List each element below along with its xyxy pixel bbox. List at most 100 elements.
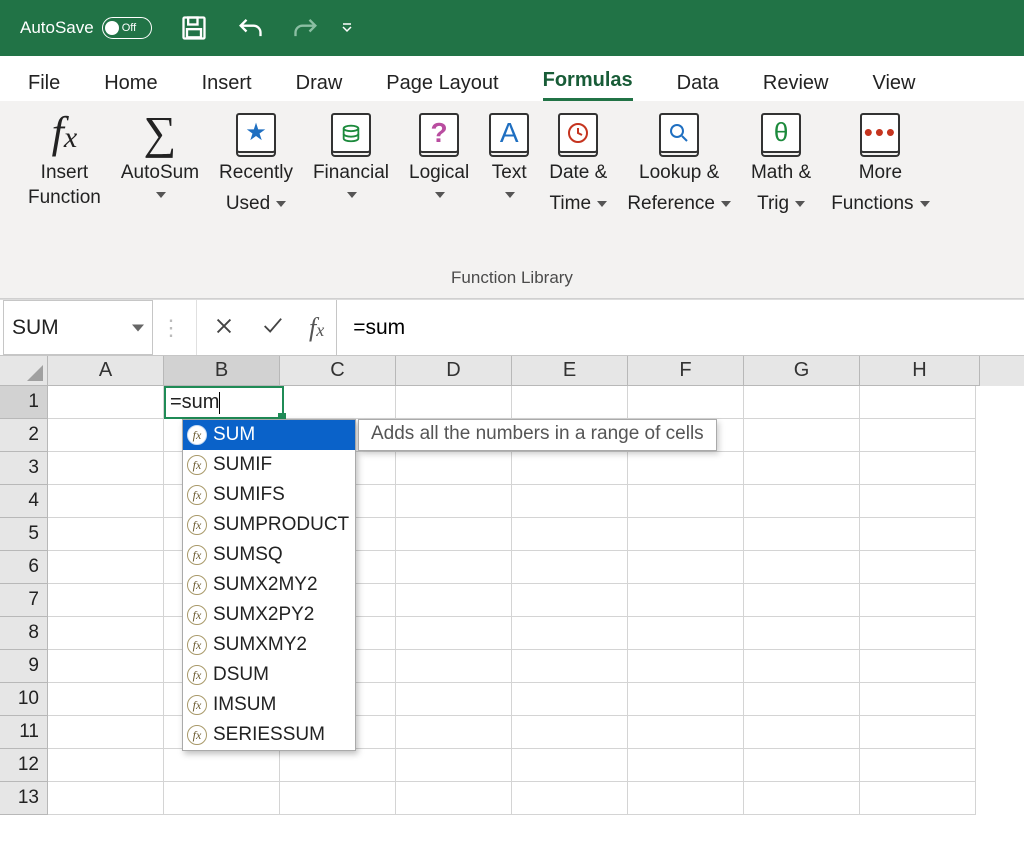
autosum-dd[interactable] [154, 192, 166, 198]
cell[interactable] [396, 716, 512, 749]
cell[interactable] [628, 782, 744, 815]
tab-formulas[interactable]: Formulas [543, 69, 633, 101]
cell[interactable] [860, 452, 976, 485]
active-cell[interactable]: =sum [164, 386, 284, 419]
cell[interactable] [628, 386, 744, 419]
cell[interactable] [860, 650, 976, 683]
cell[interactable] [396, 617, 512, 650]
more-functions-button[interactable]: ••• More Functions [821, 107, 939, 266]
cell[interactable] [744, 386, 860, 419]
insert-function-button[interactable]: fx Insert Function [18, 107, 111, 266]
cell[interactable] [396, 782, 512, 815]
formula-input[interactable] [336, 300, 1024, 355]
row-header[interactable]: 10 [0, 683, 48, 716]
tab-draw[interactable]: Draw [296, 72, 343, 101]
cell[interactable] [396, 386, 512, 419]
cell[interactable] [48, 749, 164, 782]
cell[interactable] [48, 650, 164, 683]
cell[interactable] [48, 584, 164, 617]
col-header-c[interactable]: C [280, 356, 396, 386]
cell[interactable] [744, 617, 860, 650]
cell[interactable] [860, 584, 976, 617]
date-time-button[interactable]: Date & Time [539, 107, 617, 266]
cell[interactable] [396, 452, 512, 485]
cell[interactable] [860, 716, 976, 749]
cell[interactable] [628, 518, 744, 551]
cell[interactable] [744, 650, 860, 683]
cell[interactable] [396, 518, 512, 551]
cell[interactable] [512, 584, 628, 617]
cell[interactable] [512, 485, 628, 518]
math-trig-button[interactable]: θ Math & Trig [741, 107, 821, 266]
suggestion-item[interactable]: fxSERIESSUM [183, 720, 355, 750]
cell[interactable] [512, 749, 628, 782]
tab-home[interactable]: Home [104, 72, 157, 101]
enter-icon[interactable] [259, 315, 285, 340]
cell[interactable] [744, 551, 860, 584]
cell[interactable] [48, 551, 164, 584]
cell[interactable] [280, 749, 396, 782]
cell[interactable] [48, 716, 164, 749]
cell[interactable] [512, 518, 628, 551]
col-header-e[interactable]: E [512, 356, 628, 386]
row-header[interactable]: 12 [0, 749, 48, 782]
tab-page-layout[interactable]: Page Layout [386, 72, 498, 101]
cell[interactable] [628, 716, 744, 749]
cell[interactable] [860, 419, 976, 452]
cell[interactable] [860, 551, 976, 584]
col-header-b[interactable]: B [164, 356, 280, 386]
cell[interactable] [628, 650, 744, 683]
cell[interactable] [744, 749, 860, 782]
tab-review[interactable]: Review [763, 72, 829, 101]
select-all-corner[interactable] [0, 356, 48, 386]
row-header[interactable]: 6 [0, 551, 48, 584]
autosum-button[interactable]: ∑ AutoSum [111, 107, 209, 266]
suggestion-item[interactable]: fxSUMIFS [183, 480, 355, 510]
cell[interactable] [48, 782, 164, 815]
row-header[interactable]: 7 [0, 584, 48, 617]
cell[interactable] [628, 683, 744, 716]
col-header-h[interactable]: H [860, 356, 980, 386]
cell[interactable] [396, 650, 512, 683]
logical-button[interactable]: ? Logical [399, 107, 479, 266]
row-header[interactable]: 3 [0, 452, 48, 485]
cell[interactable] [860, 386, 976, 419]
tab-insert[interactable]: Insert [202, 72, 252, 101]
cell[interactable] [744, 782, 860, 815]
cell[interactable] [396, 584, 512, 617]
cell[interactable] [744, 518, 860, 551]
row-header[interactable]: 9 [0, 650, 48, 683]
text-button[interactable]: A Text [479, 107, 539, 266]
cell[interactable] [48, 452, 164, 485]
lookup-reference-button[interactable]: Lookup & Reference [617, 107, 741, 266]
cell[interactable] [860, 749, 976, 782]
row-header[interactable]: 5 [0, 518, 48, 551]
cell[interactable] [396, 749, 512, 782]
cell[interactable] [744, 419, 860, 452]
suggestion-item[interactable]: fxSUMPRODUCT [183, 510, 355, 540]
cell[interactable] [860, 485, 976, 518]
cell[interactable] [512, 782, 628, 815]
cell[interactable] [860, 782, 976, 815]
col-header-f[interactable]: F [628, 356, 744, 386]
formula-suggestion-list[interactable]: fxSUMfxSUMIFfxSUMIFSfxSUMPRODUCTfxSUMSQf… [182, 419, 356, 751]
row-header[interactable]: 1 [0, 386, 48, 419]
cell[interactable] [628, 485, 744, 518]
customize-quick-access-icon[interactable] [340, 21, 354, 35]
cell[interactable] [628, 452, 744, 485]
col-header-g[interactable]: G [744, 356, 860, 386]
fx-icon[interactable]: fx [309, 313, 324, 343]
cell[interactable] [512, 617, 628, 650]
cell[interactable] [860, 518, 976, 551]
cell[interactable] [628, 551, 744, 584]
cell[interactable] [396, 485, 512, 518]
col-header-a[interactable]: A [48, 356, 164, 386]
suggestion-item[interactable]: fxSUM [183, 420, 355, 450]
cell[interactable] [512, 683, 628, 716]
cell[interactable] [512, 650, 628, 683]
cell[interactable] [512, 386, 628, 419]
row-header[interactable]: 2 [0, 419, 48, 452]
suggestion-item[interactable]: fxSUMXMY2 [183, 630, 355, 660]
cell[interactable] [48, 617, 164, 650]
suggestion-item[interactable]: fxIMSUM [183, 690, 355, 720]
